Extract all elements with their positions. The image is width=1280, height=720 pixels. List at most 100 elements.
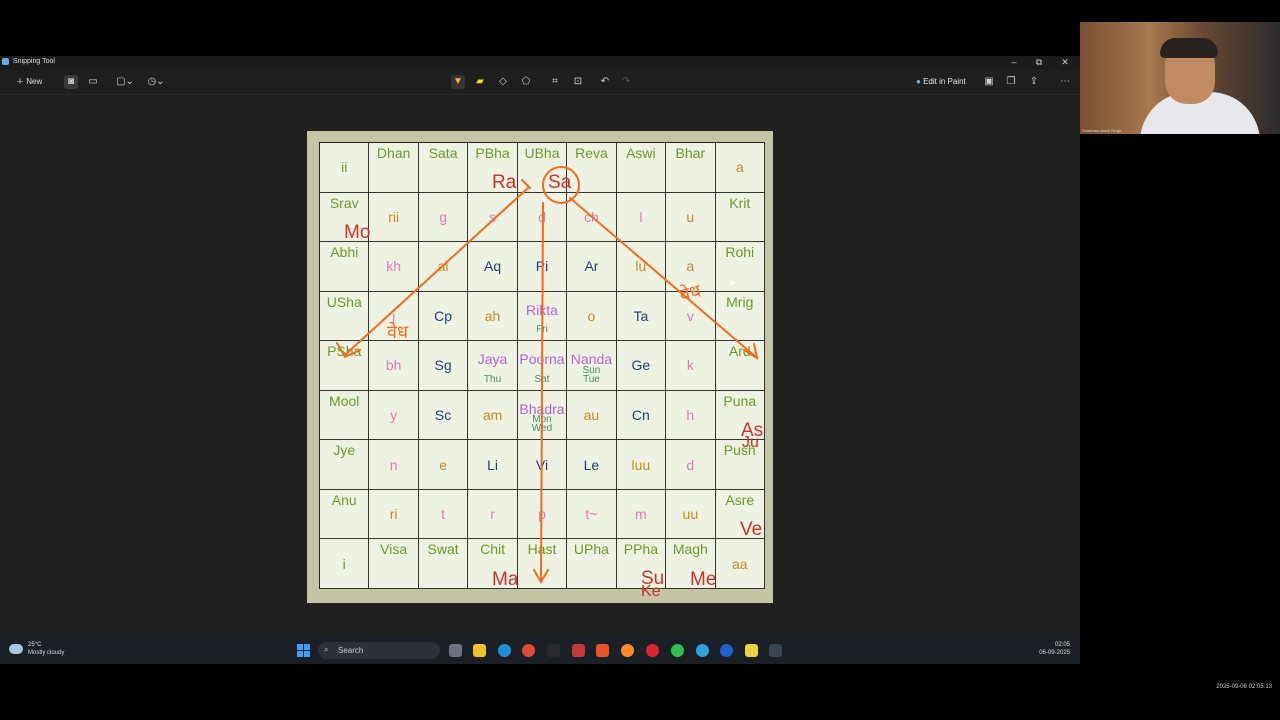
grid-cell: Li	[468, 440, 518, 490]
opera-icon[interactable]	[646, 644, 659, 657]
minimize-button[interactable]: –	[1007, 57, 1021, 67]
grid-cell-text: aa	[731, 555, 748, 572]
grid-cell: g	[418, 192, 469, 243]
copy-icon[interactable]: ❐	[1004, 75, 1018, 89]
app-icon-yellow[interactable]	[745, 644, 758, 657]
planet-label-ra: Ra	[492, 172, 517, 193]
snipping-tool-icon	[2, 58, 9, 65]
new-button-label: New	[26, 77, 43, 86]
grid-cell-text: UPha	[573, 541, 609, 558]
grid-cell: Cp	[418, 291, 469, 342]
grid-cell-text: Sg	[434, 357, 452, 374]
recording-timestamp: 2025-09-06 02:05:13	[1216, 684, 1272, 690]
grid-cell-text: rii	[388, 208, 400, 225]
webcam-name-label: Shubham Alock Singh	[1082, 128, 1122, 133]
crop-icon[interactable]: ⌗	[548, 75, 562, 89]
cloud-icon[interactable]	[9, 644, 23, 654]
grid-cell: Ta	[616, 291, 667, 342]
grid-cell: j	[369, 291, 419, 342]
telegram-icon[interactable]	[696, 644, 709, 657]
file-explorer-icon[interactable]	[473, 644, 486, 657]
grid-cell: Poorna Sat	[517, 341, 568, 391]
whatsapp-icon[interactable]	[671, 644, 684, 657]
save-icon[interactable]: ▣	[982, 75, 996, 89]
grid-cell: kh	[369, 242, 419, 292]
grid-cell-text: ai	[437, 258, 449, 275]
snipping-tool-taskbar-icon[interactable]	[769, 644, 782, 657]
grid-cell-text: PSha	[327, 343, 362, 360]
weather-description: Mostly cloudy	[28, 650, 65, 656]
grid-cell: u	[666, 192, 716, 243]
ballpoint-pen-icon[interactable]: ▼	[451, 75, 465, 89]
shapes-icon[interactable]: ⬠	[519, 75, 533, 89]
grid-cell-text: Swat	[427, 541, 459, 558]
grid-cell: au	[567, 390, 617, 441]
grid-cell: ai	[418, 242, 469, 292]
grid-cell-text: Ar	[584, 258, 599, 275]
new-snip-button[interactable]: ＋ New	[12, 74, 46, 90]
grid-cell-text: Poorna	[519, 351, 565, 368]
timer-icon[interactable]: ◷⌄	[145, 75, 167, 89]
grid-cell-text: luu	[631, 456, 651, 473]
windows-start-icon[interactable]	[297, 644, 311, 658]
eraser-icon[interactable]: ◇	[496, 75, 510, 89]
grid-cell: r	[468, 489, 518, 540]
planet-label-ve: Ve	[740, 519, 763, 540]
grid-cell-text: Ard	[728, 343, 751, 360]
grid-cell-text: Mrig	[726, 293, 754, 310]
rectangle-mode-icon[interactable]: ▢⌄	[114, 75, 136, 89]
grid-cell: m	[616, 489, 667, 540]
grid-cell: Ge	[616, 341, 667, 391]
grid-cell-text: Rohi	[725, 244, 755, 261]
brave-icon[interactable]	[596, 644, 609, 657]
app-icon[interactable]	[547, 644, 560, 657]
grid-cell-text: a	[735, 159, 744, 176]
zoom-icon[interactable]	[720, 644, 733, 657]
redo-icon[interactable]: ↷	[619, 75, 633, 89]
share-icon[interactable]: ⇪	[1027, 75, 1041, 89]
grid-cell-text: Bhar	[675, 145, 706, 161]
restore-button[interactable]: ⧉	[1032, 57, 1046, 68]
grid-cell-text: t~	[585, 506, 598, 523]
grid-cell: Swat	[418, 539, 469, 589]
more-icon[interactable]: ⋯	[1058, 75, 1072, 89]
grid-cell-text: o	[587, 307, 596, 324]
grid-cell-text: PBha	[475, 145, 510, 161]
paint-icon: ●	[916, 77, 921, 86]
grid-cell-text: Chit	[480, 541, 505, 558]
grid-cell-text: l	[639, 208, 643, 225]
grid-cell: d	[517, 192, 568, 243]
grid-cell-text: k	[686, 357, 694, 374]
grid-cell-text: Reva	[575, 145, 608, 161]
text-actions-icon[interactable]: ⊡	[571, 75, 585, 89]
grid-cell: luu	[616, 440, 667, 490]
grid-cell: Rohi	[715, 242, 765, 292]
grid-cell-text: Aq	[483, 258, 502, 275]
planet-label-me: Me	[690, 569, 717, 590]
taskbar	[0, 637, 1080, 664]
grid-cell-text: Krit	[729, 194, 751, 211]
camera-icon[interactable]: ◙	[64, 75, 78, 89]
grid-cell: UPha	[567, 539, 617, 589]
video-icon[interactable]: ▭	[86, 75, 100, 89]
grid-cell-text: v	[686, 307, 694, 324]
grid-cell-text: Mool	[329, 392, 360, 409]
undo-icon[interactable]: ↶	[598, 75, 612, 89]
grid-cell: Sata	[418, 143, 469, 193]
grid-cell: ri	[369, 489, 419, 540]
grid-cell: n	[369, 440, 419, 490]
vivaldi-icon[interactable]	[572, 644, 585, 657]
edit-in-paint-button[interactable]: ● Edit in Paint	[916, 75, 966, 89]
grid-cell-weekday: Sun Tue	[582, 364, 601, 385]
close-button[interactable]: ✕	[1058, 57, 1072, 68]
planet-label-ma: Ma	[492, 569, 519, 590]
chrome-icon[interactable]	[522, 644, 535, 657]
grid-cell: Bhadra Mon Wed	[517, 390, 568, 441]
taskbar-search-box[interactable]	[318, 642, 440, 659]
edge-icon[interactable]	[498, 644, 511, 657]
firefox-icon[interactable]	[621, 644, 634, 657]
task-view-icon[interactable]	[449, 644, 462, 657]
grid-cell: Nanda Sun Tue	[567, 341, 617, 391]
highlighter-icon[interactable]: ▰	[473, 75, 487, 89]
grid-cell-text: t	[441, 506, 446, 523]
